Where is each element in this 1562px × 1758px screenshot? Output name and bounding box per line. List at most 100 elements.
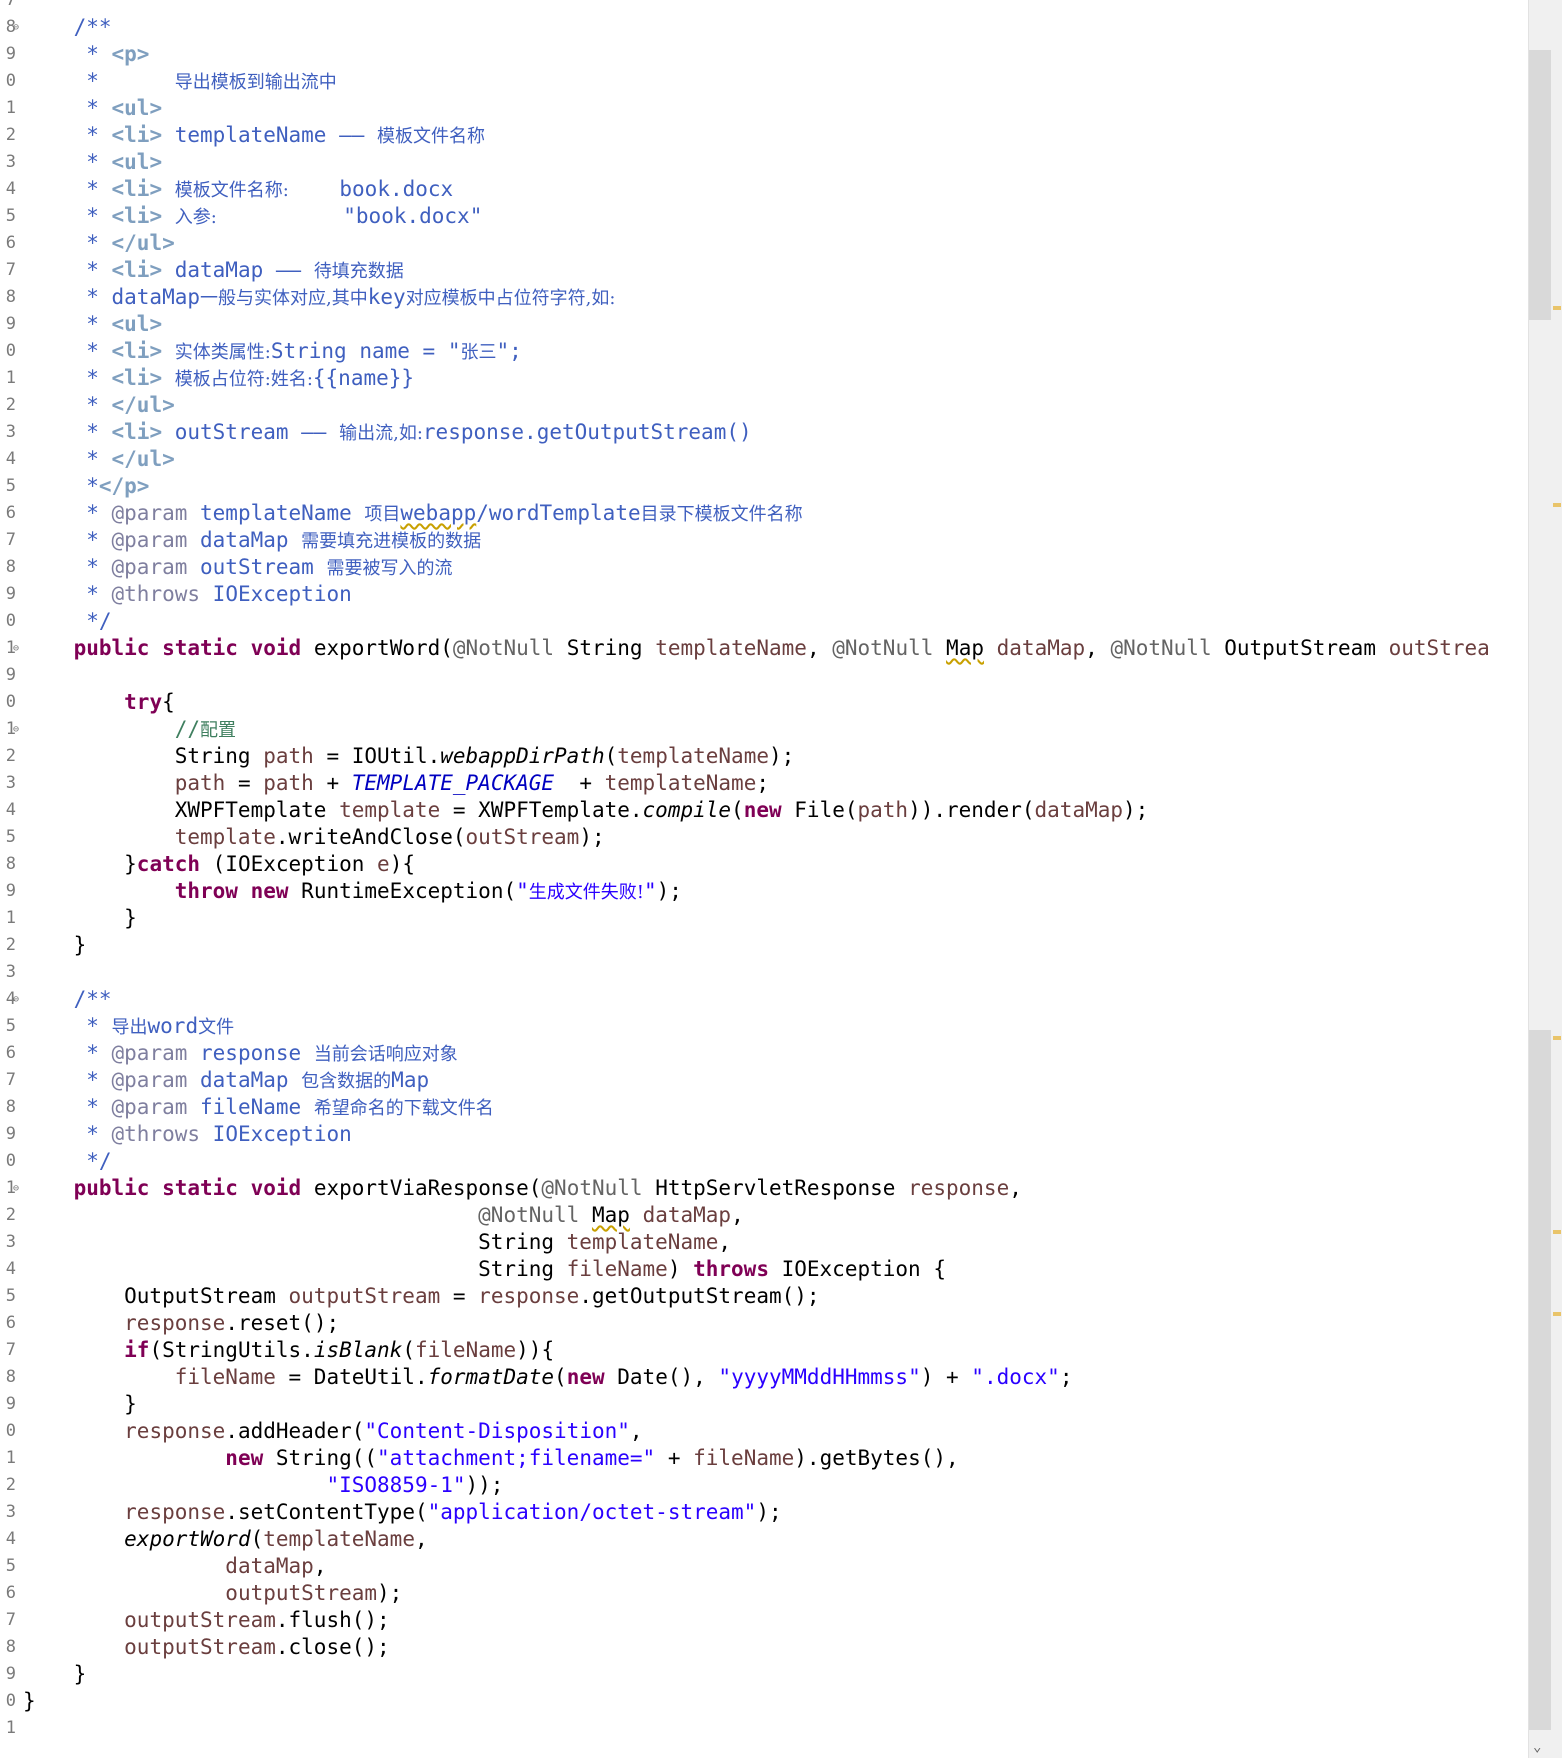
code-line[interactable]: * <li> dataMap —— 待填充数据 — [23, 257, 404, 284]
line-number: 8 — [5, 1367, 16, 1387]
code-line[interactable]: * <p> — [23, 41, 149, 68]
overview-marker[interactable] — [1553, 306, 1561, 310]
code-line[interactable]: dataMap, — [23, 1553, 326, 1580]
code-line[interactable]: * <li> 模板占位符:姓名:{{name}} — [23, 365, 414, 392]
code-line[interactable]: * dataMap一般与实体对应,其中key对应模板中占位符字符,如: — [23, 284, 615, 311]
overview-marker[interactable] — [1553, 1312, 1561, 1316]
scrollbar-thumb-lower[interactable] — [1529, 1030, 1551, 1730]
code-line[interactable]: *</p> — [23, 473, 149, 500]
code-line[interactable]: * @param fileName 希望命名的下载文件名 — [23, 1094, 494, 1121]
code-line[interactable]: * @param outStream 需要被写入的流 — [23, 554, 452, 581]
code-line[interactable]: "ISO8859-1")); — [23, 1472, 503, 1499]
code-line[interactable]: * </ul> — [23, 392, 175, 419]
code-line[interactable]: * @param response 当前会话响应对象 — [23, 1040, 458, 1067]
code-token: path — [263, 744, 314, 768]
code-line[interactable]: response.setContentType("application/oct… — [23, 1499, 781, 1526]
code-line[interactable]: OutputStream outputStream = response.get… — [23, 1283, 819, 1310]
line-number: 3 — [5, 773, 16, 793]
code-line[interactable]: } — [23, 1661, 87, 1688]
code-token: </ul> — [111, 231, 175, 255]
code-token: dataMap —— — [162, 258, 314, 282]
code-token: exportViaResponse( — [301, 1176, 542, 1200]
code-line[interactable]: try{ — [23, 689, 175, 716]
code-line[interactable]: * 导出word文件 — [23, 1013, 234, 1040]
fold-toggle-icon[interactable]: ⊖ — [11, 986, 21, 1013]
overview-marker[interactable] — [1553, 503, 1561, 507]
code-line[interactable]: @NotNull Map dataMap, — [23, 1202, 744, 1229]
code-line[interactable]: * 导出模板到输出流中 — [23, 68, 337, 95]
code-line[interactable]: String fileName) throws IOException { — [23, 1256, 946, 1283]
code-line[interactable]: XWPFTemplate template = XWPFTemplate.com… — [23, 797, 1149, 824]
code-line[interactable]: * @param dataMap 需要填充进模板的数据 — [23, 527, 481, 554]
code-line[interactable]: response.addHeader("Content-Disposition"… — [23, 1418, 642, 1445]
fold-toggle-icon[interactable]: ⊖ — [11, 1175, 21, 1202]
code-line[interactable]: */ — [23, 608, 111, 635]
code-line[interactable]: throw new RuntimeException("生成文件失败!"); — [23, 878, 682, 905]
code-line[interactable]: new String(("attachment;filename=" + fil… — [23, 1445, 958, 1472]
code-line[interactable]: exportWord(templateName, — [23, 1526, 427, 1553]
code-line[interactable]: } — [23, 905, 137, 932]
code-line[interactable]: } — [23, 1391, 137, 1418]
line-number: 3 — [5, 1502, 16, 1522]
code-token: <ul> — [111, 96, 163, 120]
code-token: 张三 — [460, 342, 497, 363]
code-line[interactable]: } — [23, 932, 87, 959]
code-line[interactable]: /** — [23, 986, 112, 1013]
code-token: String — [23, 1230, 567, 1254]
code-editor[interactable]: 7 8 ⊖ 9 0 1 2 3 4 5 6 7 8 9 0 1 2 3 4 5 6 7 8 9 0 1 ⊖ 9 0 1 ⊖ 2 3 4 5 8 9 1 2 3… — [0, 0, 1528, 1758]
code-line[interactable]: path = path + TEMPLATE_PACKAGE + templat… — [23, 770, 769, 797]
code-line[interactable]: public static void exportWord(@NotNull S… — [23, 635, 1490, 662]
code-token: .close(); — [275, 1635, 390, 1659]
code-line[interactable]: * </ul> — [23, 446, 175, 473]
code-token: String name = " — [270, 339, 461, 363]
code-token: .addHeader( — [225, 1419, 365, 1443]
code-token: Map — [591, 1203, 630, 1227]
overview-marker[interactable] — [1553, 1036, 1561, 1040]
vertical-scrollbar[interactable]: ⌄ — [1528, 0, 1562, 1758]
scroll-down-arrow-icon[interactable]: ⌄ — [1533, 1740, 1541, 1754]
code-token: * dataMap — [86, 285, 201, 309]
code-line[interactable]: * <li> templateName —— 模板文件名称 — [23, 122, 485, 149]
code-line[interactable]: } — [23, 1688, 36, 1715]
fold-toggle-icon[interactable]: ⊖ — [11, 14, 21, 41]
code-line[interactable]: outputStream.close(); — [23, 1634, 390, 1661]
code-area[interactable]: /** * <p> * 导出模板到输出流中 * <ul> * <li> temp… — [23, 0, 1528, 1758]
code-line[interactable]: /** — [23, 14, 112, 41]
code-line[interactable]: template.writeAndClose(outStream); — [23, 824, 605, 851]
code-line[interactable]: */ — [23, 1148, 111, 1175]
code-line[interactable]: * <ul> — [23, 95, 162, 122]
code-line[interactable]: * <li> 模板文件名称: book.docx — [23, 176, 453, 203]
code-line[interactable]: fileName = DateUtil.formatDate(new Date(… — [23, 1364, 1073, 1391]
code-line[interactable]: * <li> outStream —— 输出流,如:response.getOu… — [23, 419, 751, 446]
code-line[interactable]: * @throws IOException — [23, 1121, 352, 1148]
line-number: 0 — [5, 611, 16, 631]
code-line[interactable]: * @param templateName 项目webapp/wordTempl… — [23, 500, 803, 527]
code-line[interactable]: if(StringUtils.isBlank(fileName)){ — [23, 1337, 554, 1364]
code-line[interactable]: String templateName, — [23, 1229, 731, 1256]
code-token: 目录下模板文件名称 — [640, 504, 803, 525]
scrollbar-thumb[interactable] — [1529, 50, 1551, 320]
code-line[interactable]: * @param dataMap 包含数据的Map — [23, 1067, 429, 1094]
code-line[interactable]: response.reset(); — [23, 1310, 339, 1337]
code-line[interactable]: public static void exportViaResponse(@No… — [23, 1175, 1022, 1202]
fold-toggle-icon[interactable]: ⊖ — [11, 716, 21, 743]
code-token: ( — [554, 1365, 567, 1389]
code-token: * — [86, 447, 112, 471]
code-line[interactable]: * </ul> — [23, 230, 175, 257]
code-line[interactable]: * <ul> — [23, 149, 162, 176]
code-line[interactable]: * <li> 入参: "book.docx" — [23, 203, 482, 230]
overview-marker[interactable] — [1553, 1230, 1561, 1234]
code-line[interactable]: outputStream); — [23, 1580, 402, 1607]
code-line[interactable]: }catch (IOException e){ — [23, 851, 415, 878]
code-line[interactable]: outputStream.flush(); — [23, 1607, 390, 1634]
code-line[interactable]: String path = IOUtil.webappDirPath(templ… — [23, 743, 795, 770]
code-line[interactable]: * @throws IOException — [23, 581, 352, 608]
code-line[interactable]: * <ul> — [23, 311, 162, 338]
code-line[interactable]: //配置 — [23, 716, 236, 743]
code-token: * — [86, 150, 112, 174]
code-line[interactable]: * <li> 实体类属性:String name = "张三"; — [23, 338, 522, 365]
fold-toggle-icon[interactable]: ⊖ — [11, 635, 21, 662]
